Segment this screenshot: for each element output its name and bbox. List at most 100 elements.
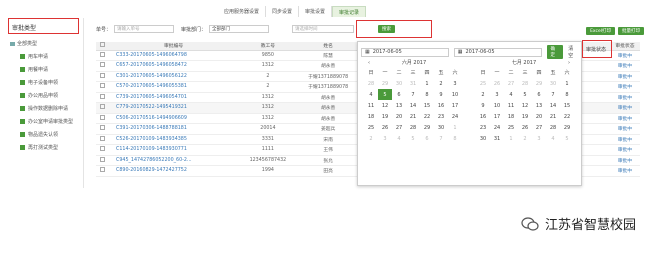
day-cell[interactable]: 19 bbox=[378, 111, 392, 122]
cell-code[interactable]: C890-20160829-1472427752 bbox=[108, 165, 240, 177]
day-cell[interactable]: 8 bbox=[420, 89, 434, 100]
day-cell[interactable]: 4 bbox=[392, 133, 406, 144]
row-checkbox[interactable] bbox=[99, 125, 105, 131]
row-checkbox[interactable] bbox=[99, 104, 105, 110]
sidebar-item[interactable]: 用餐申请 bbox=[20, 66, 83, 73]
day-cell[interactable]: 18 bbox=[504, 111, 518, 122]
day-cell[interactable]: 1 bbox=[504, 133, 518, 144]
dept-select[interactable]: 全部部门 bbox=[209, 25, 270, 33]
day-cell[interactable]: 26 bbox=[378, 122, 392, 133]
day-cell[interactable]: 5 bbox=[518, 89, 532, 100]
sidebar-item[interactable]: 办公室申请审批类型 bbox=[20, 118, 83, 125]
tab-3[interactable]: 审批记录 bbox=[332, 6, 367, 17]
cell-status[interactable]: 审批中 bbox=[609, 71, 640, 82]
row-checkbox[interactable] bbox=[99, 93, 105, 99]
day-cell[interactable]: 30 bbox=[476, 133, 490, 144]
day-cell[interactable]: 29 bbox=[378, 78, 392, 89]
day-cell[interactable]: 10 bbox=[490, 100, 504, 111]
day-cell[interactable]: 19 bbox=[518, 111, 532, 122]
cell-code[interactable]: C391-20170306-1488788181 bbox=[108, 123, 240, 135]
day-cell[interactable]: 27 bbox=[392, 122, 406, 133]
tab-2[interactable]: 审批设置 bbox=[299, 6, 333, 17]
cell-code[interactable]: C945_14742786052200_60-2... bbox=[108, 155, 240, 166]
sidebar-item[interactable]: 用车申请 bbox=[20, 53, 83, 60]
day-cell[interactable]: 28 bbox=[518, 78, 532, 89]
clear-button[interactable]: 清空 bbox=[568, 45, 578, 59]
day-cell[interactable]: 4 bbox=[546, 133, 560, 144]
row-checkbox[interactable] bbox=[99, 146, 105, 152]
day-cell[interactable]: 28 bbox=[546, 122, 560, 133]
day-cell[interactable]: 27 bbox=[504, 78, 518, 89]
sidebar-item[interactable]: 物品遗失认领 bbox=[20, 131, 83, 138]
day-cell[interactable]: 16 bbox=[476, 111, 490, 122]
day-cell[interactable]: 21 bbox=[546, 111, 560, 122]
from-date-input[interactable]: ▦ 2017-06-05 bbox=[361, 47, 449, 57]
day-cell[interactable]: 2 bbox=[434, 78, 448, 89]
day-cell[interactable]: 7 bbox=[434, 133, 448, 144]
row-checkbox[interactable] bbox=[99, 114, 105, 120]
day-cell[interactable]: 30 bbox=[434, 122, 448, 133]
order-input[interactable]: 请输入单号 bbox=[114, 25, 175, 33]
cell-status[interactable]: 审批中 bbox=[609, 81, 640, 93]
day-cell[interactable]: 31 bbox=[490, 133, 504, 144]
cell-status[interactable]: 审批中 bbox=[609, 113, 640, 124]
date-input[interactable]: 请选择时间 bbox=[292, 25, 355, 33]
day-cell[interactable]: 30 bbox=[392, 78, 406, 89]
sidebar-item[interactable]: 操作数据删除申请 bbox=[20, 105, 83, 112]
day-cell[interactable]: 16 bbox=[434, 100, 448, 111]
day-cell[interactable]: 25 bbox=[364, 122, 378, 133]
excel-button[interactable]: Excel打印 bbox=[586, 27, 615, 35]
cell-code[interactable]: C333-20170605-1496064798 bbox=[108, 50, 240, 61]
cell-code[interactable]: C506-20170516-1494906609 bbox=[108, 113, 240, 124]
day-cell[interactable]: 30 bbox=[546, 78, 560, 89]
day-cell[interactable]: 3 bbox=[378, 133, 392, 144]
day-cell[interactable]: 18 bbox=[364, 111, 378, 122]
day-cell[interactable]: 2 bbox=[476, 89, 490, 100]
row-checkbox[interactable] bbox=[99, 167, 105, 173]
day-cell[interactable]: 2 bbox=[518, 133, 532, 144]
row-checkbox[interactable] bbox=[99, 72, 105, 78]
to-date-input[interactable]: ▦ 2017-06-05 bbox=[453, 47, 542, 57]
day-cell[interactable]: 15 bbox=[560, 100, 574, 111]
day-cell[interactable]: 12 bbox=[518, 100, 532, 111]
cell-status[interactable]: 审批中 bbox=[609, 134, 640, 145]
day-cell[interactable]: 24 bbox=[490, 122, 504, 133]
cell-status[interactable]: 审批中 bbox=[609, 102, 640, 114]
cell-code[interactable]: C114-20170109-1483930771 bbox=[108, 144, 240, 156]
cell-status[interactable]: 审批中 bbox=[609, 123, 640, 135]
tab-0[interactable]: 应用服务器设置 bbox=[218, 6, 267, 17]
day-cell[interactable]: 17 bbox=[490, 111, 504, 122]
cell-status[interactable]: 审批中 bbox=[609, 92, 640, 103]
day-cell[interactable]: 17 bbox=[448, 100, 462, 111]
status-dropdown[interactable]: 审批状态 bbox=[586, 46, 606, 53]
day-cell[interactable]: 20 bbox=[392, 111, 406, 122]
cell-code[interactable]: C570-20170605-1496055381 bbox=[108, 81, 240, 93]
tab-1[interactable]: 同步设置 bbox=[266, 6, 300, 17]
sidebar-item[interactable]: 电子设备申领 bbox=[20, 79, 83, 86]
day-cell[interactable]: 14 bbox=[546, 100, 560, 111]
row-checkbox[interactable] bbox=[99, 156, 105, 162]
day-cell[interactable]: 1 bbox=[560, 78, 574, 89]
cell-status[interactable]: 审批中 bbox=[609, 144, 640, 156]
row-checkbox[interactable] bbox=[99, 51, 105, 57]
day-cell[interactable]: 13 bbox=[392, 100, 406, 111]
day-cell[interactable]: 1 bbox=[420, 78, 434, 89]
day-cell[interactable]: 10 bbox=[448, 89, 462, 100]
day-cell[interactable]: 8 bbox=[448, 133, 462, 144]
row-checkbox[interactable] bbox=[99, 62, 105, 68]
day-cell[interactable]: 7 bbox=[546, 89, 560, 100]
day-cell[interactable]: 3 bbox=[448, 78, 462, 89]
day-cell[interactable]: 23 bbox=[476, 122, 490, 133]
day-cell[interactable]: 15 bbox=[420, 100, 434, 111]
day-cell[interactable]: 6 bbox=[392, 89, 406, 100]
day-cell[interactable]: 1 bbox=[448, 122, 462, 133]
cell-code[interactable]: C301-20170605-1496056122 bbox=[108, 71, 240, 82]
day-cell[interactable]: 11 bbox=[364, 100, 378, 111]
day-cell[interactable]: 24 bbox=[448, 111, 462, 122]
cell-status[interactable]: 审批中 bbox=[609, 165, 640, 177]
day-cell[interactable]: 8 bbox=[560, 89, 574, 100]
batch-print-button[interactable]: 批量打印 bbox=[618, 27, 644, 35]
day-cell[interactable]: 3 bbox=[532, 133, 546, 144]
day-cell[interactable]: 22 bbox=[560, 111, 574, 122]
day-cell[interactable]: 4 bbox=[364, 89, 378, 100]
